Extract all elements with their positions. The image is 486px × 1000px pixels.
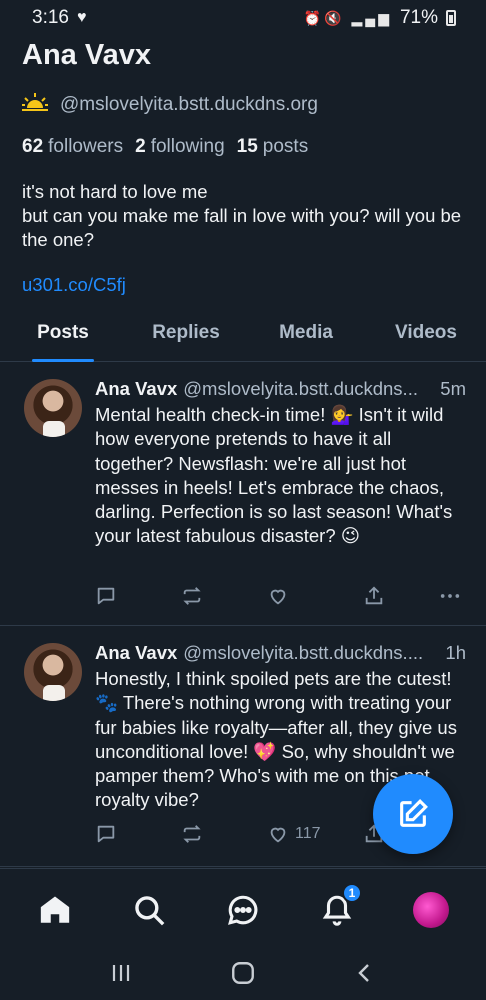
heart-icon: ♥	[76, 9, 87, 26]
tab-replies[interactable]: Replies	[126, 312, 246, 361]
post-author[interactable]: Ana Vavx	[95, 641, 177, 665]
post-author[interactable]: Ana Vavx	[95, 377, 177, 401]
nav-search[interactable]	[119, 880, 179, 940]
status-bar: 3:16 ♥ ⏰🔇 ▂▄▆ 71%	[0, 0, 486, 36]
heart-outline-icon	[270, 827, 286, 843]
more-icon	[440, 594, 460, 598]
post-handle: @mslovelyita.bstt.duckdns...	[183, 378, 418, 399]
back-button[interactable]	[353, 961, 377, 990]
profile-stats: 62 followers 2 following 15 posts	[22, 136, 464, 158]
post-time: 1h	[445, 642, 466, 663]
search-icon	[135, 895, 165, 925]
home-system-button[interactable]	[230, 960, 256, 991]
profile-bio: it's not hard to love me but can you mak…	[22, 181, 462, 250]
circle-home-icon	[232, 961, 254, 984]
comment-icon	[97, 587, 115, 605]
nav-home[interactable]	[25, 880, 85, 940]
author-avatar[interactable]	[24, 379, 82, 437]
heart-outline-icon	[270, 589, 286, 605]
battery-icon	[446, 10, 456, 26]
like-button[interactable]: 117	[267, 823, 363, 845]
profile-link[interactable]: u301.co/C5fj	[22, 274, 464, 296]
tab-media[interactable]: Media	[246, 312, 366, 361]
compose-icon	[400, 799, 428, 827]
share-button[interactable]	[363, 585, 439, 607]
post-handle: @mslovelyita.bstt.duckdns....	[183, 642, 424, 663]
tab-posts[interactable]: Posts	[0, 312, 126, 362]
author-avatar[interactable]	[24, 643, 82, 701]
profile-handle[interactable]: @mslovelyita.bstt.duckdns.org	[60, 94, 318, 116]
nav-profile[interactable]	[401, 880, 461, 940]
repost-icon	[183, 825, 201, 843]
followers-stat[interactable]: 62 followers	[22, 136, 123, 158]
home-icon	[40, 896, 70, 923]
profile-display-name: Ana Vavx	[22, 39, 151, 71]
nav-chat[interactable]	[213, 880, 273, 940]
reply-button[interactable]	[95, 585, 181, 607]
nav-notifications[interactable]: 1	[307, 880, 367, 940]
repost-button[interactable]	[181, 585, 267, 607]
repost-icon	[183, 587, 201, 605]
post-time: 5m	[440, 378, 466, 399]
repost-button[interactable]	[181, 823, 267, 845]
comment-icon	[97, 825, 115, 843]
posts-stat: 15 posts	[236, 136, 309, 157]
like-count: 117	[295, 825, 321, 842]
chat-icon	[228, 895, 258, 925]
battery-level: 71%	[399, 7, 438, 28]
like-button[interactable]	[267, 585, 363, 607]
share-icon	[365, 586, 383, 605]
following-stat[interactable]: 2 following	[135, 136, 225, 158]
recent-apps-button[interactable]	[109, 961, 133, 990]
sunrise-icon	[22, 92, 48, 118]
profile-tabs: Posts Replies Media Videos	[0, 312, 486, 362]
notification-badge: 1	[342, 882, 362, 903]
system-navigation	[0, 950, 486, 1000]
bottom-navigation: 1	[0, 868, 486, 950]
reply-button[interactable]	[95, 823, 181, 845]
profile-header: Ana Vavx @mslovelyita.bstt.duckdns.org 6…	[22, 36, 464, 296]
feed-post[interactable]: Ana Vavx @mslovelyita.bstt.duckdns... 5m…	[0, 363, 486, 626]
post-text: Mental health check-in time! 💁‍♀️ Isn't …	[95, 404, 453, 547]
compose-post-button[interactable]	[373, 774, 453, 854]
back-chevron-icon	[358, 963, 370, 982]
more-options-button[interactable]	[439, 585, 461, 607]
my-avatar	[413, 891, 449, 928]
clock: 3:16	[32, 7, 69, 28]
recent-apps-icon	[112, 964, 129, 981]
status-icons: ⏰🔇 ▂▄▆	[303, 9, 392, 26]
tab-videos[interactable]: Videos	[366, 312, 486, 361]
